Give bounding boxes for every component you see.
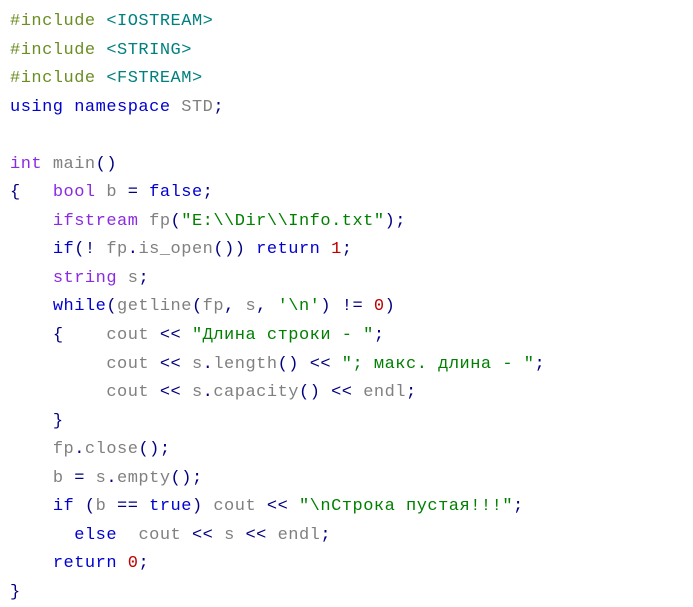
type-string: string bbox=[53, 269, 117, 288]
str-len: "Длина строки - " bbox=[192, 326, 374, 345]
id-std: STD bbox=[181, 98, 213, 117]
code-block: #include <IOSTREAM> #include <STRING> #i… bbox=[10, 8, 683, 607]
inc-iostream: <IOSTREAM> bbox=[106, 12, 213, 31]
type-bool: bool bbox=[53, 183, 96, 202]
hash: # bbox=[10, 12, 21, 31]
str-empty: "\nСтрока пустая!!!" bbox=[299, 497, 513, 516]
kw-include: include bbox=[21, 12, 96, 31]
str-path: "E:\\Dir\\Info.txt" bbox=[181, 212, 384, 231]
type-int: int bbox=[10, 155, 42, 174]
inc-string: <STRING> bbox=[106, 41, 192, 60]
kw-namespace: namespace bbox=[74, 98, 170, 117]
str-max: "; макс. длинa - " bbox=[342, 355, 535, 374]
fn-main: main bbox=[53, 155, 96, 174]
inc-fstream: <FSTREAM> bbox=[106, 69, 202, 88]
kw-using: using bbox=[10, 98, 64, 117]
type-ifstream: ifstream bbox=[53, 212, 139, 231]
